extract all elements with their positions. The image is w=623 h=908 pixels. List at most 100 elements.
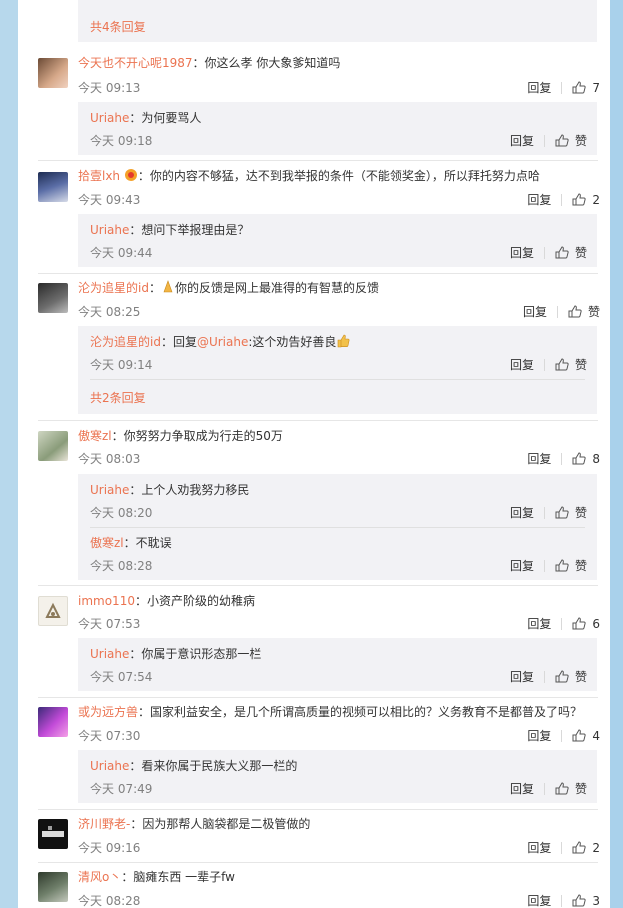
- user-name-link[interactable]: 沦为追星的id: [90, 335, 161, 349]
- comment-actions: 回复 赞: [523, 303, 600, 320]
- avatar[interactable]: [38, 872, 68, 902]
- pray-hands-emoji: [163, 280, 173, 293]
- like-button[interactable]: 赞: [575, 780, 587, 797]
- thumbs-up-icon: [572, 617, 587, 630]
- like-button[interactable]: 2: [572, 841, 600, 855]
- more-replies-link[interactable]: 共2条回复: [90, 389, 146, 406]
- comment-text: 济川野老-：因为那帮人脑袋都是二极管做的: [78, 817, 311, 831]
- thumbs-up-icon[interactable]: [555, 782, 569, 795]
- user-name-link[interactable]: Uriahe: [90, 223, 129, 237]
- reply-time: 今天 09:14: [90, 358, 153, 372]
- reply-block: Uriahe：看来你属于民族大义那一栏的 今天 07:49 回复 赞: [78, 750, 597, 803]
- reply-button[interactable]: 回复: [510, 668, 534, 685]
- avatar[interactable]: [38, 58, 68, 88]
- like-button[interactable]: 赞: [575, 244, 587, 261]
- thumbs-up-icon[interactable]: [555, 670, 569, 683]
- user-name-link[interactable]: 沦为追星的id: [78, 281, 149, 295]
- user-name-link[interactable]: 傲寒zl: [78, 429, 112, 443]
- comment-time: 今天 07:30: [78, 729, 141, 743]
- comment-text: 或为远方兽：国家利益安全，是几个所谓高质量的视频可以相比的？义务教育不是都普及了…: [78, 705, 583, 719]
- like-count: 4: [592, 728, 600, 743]
- avatar[interactable]: [38, 707, 68, 737]
- like-label: 赞: [587, 305, 600, 319]
- like-button[interactable]: 7: [572, 81, 600, 95]
- more-replies-link[interactable]: 共4条回复: [90, 18, 146, 35]
- user-name-link[interactable]: Uriahe: [90, 647, 129, 661]
- thumbs-up-icon[interactable]: [555, 246, 569, 259]
- reply-block: Uriahe：上个人劝我努力移民 今天 08:20 回复 赞 傲寒zl：不耽误 …: [78, 474, 597, 580]
- user-name-link[interactable]: 清风o丶: [78, 870, 121, 884]
- user-name-link[interactable]: Uriahe: [90, 483, 129, 497]
- avatar[interactable]: [38, 431, 68, 461]
- reply-actions: 回复 赞: [510, 557, 587, 574]
- like-button[interactable]: 8: [572, 452, 600, 466]
- avatar[interactable]: [38, 172, 68, 202]
- like-count: 8: [592, 451, 600, 466]
- like-button[interactable]: 2: [572, 193, 600, 207]
- thumbs-up-icon[interactable]: [555, 559, 569, 572]
- like-count: 7: [592, 80, 600, 95]
- comment-actions: 回复 2: [527, 839, 600, 856]
- avatar[interactable]: [38, 819, 68, 849]
- reply-button[interactable]: 回复: [527, 450, 551, 467]
- thumbs-up-icon[interactable]: [555, 134, 569, 147]
- avatar[interactable]: [38, 283, 68, 313]
- reply-button[interactable]: 回复: [510, 244, 534, 261]
- reply-actions: 回复 赞: [510, 244, 587, 261]
- like-count: 2: [592, 840, 600, 855]
- comment-time: 今天 09:43: [78, 193, 141, 207]
- reply-button[interactable]: 回复: [527, 839, 551, 856]
- user-name-link[interactable]: Uriahe: [90, 759, 129, 773]
- reply-time: 今天 09:44: [90, 246, 153, 260]
- reply-button[interactable]: 回复: [527, 615, 551, 632]
- avatar-logo-icon: [42, 826, 64, 837]
- reply-block: 沦为追星的id：回复@Uriahe:这个劝告好善良 今天 09:14 回复 赞 …: [78, 326, 597, 414]
- avatar-logo-icon: [45, 602, 61, 618]
- like-count: 2: [592, 192, 600, 207]
- mention-link[interactable]: @Uriahe: [197, 335, 248, 349]
- comment-text: 沦为追星的id： 你的反馈是网上最准得的有智慧的反馈: [78, 280, 379, 295]
- thumbs-up-icon: [572, 81, 587, 94]
- like-button[interactable]: 6: [572, 617, 600, 631]
- reply-button[interactable]: 回复: [510, 504, 534, 521]
- reply-button[interactable]: 回复: [527, 191, 551, 208]
- user-name-link[interactable]: 或为远方兽: [78, 705, 138, 719]
- like-button[interactable]: 赞: [568, 303, 600, 320]
- reply-time: 今天 07:54: [90, 670, 153, 684]
- comment-actions: 回复 7: [527, 79, 600, 96]
- like-button[interactable]: 赞: [575, 557, 587, 574]
- reply-actions: 回复 赞: [510, 132, 587, 149]
- reply-button[interactable]: 回复: [510, 780, 534, 797]
- reply-button[interactable]: 回复: [527, 79, 551, 96]
- comment-time: 今天 08:03: [78, 452, 141, 466]
- like-button[interactable]: 赞: [575, 668, 587, 685]
- reply-button[interactable]: 回复: [510, 557, 534, 574]
- reply-block: Uriahe：为何要骂人 今天 09:18 回复 赞: [78, 102, 597, 155]
- user-name-link[interactable]: immo110: [78, 594, 135, 608]
- user-name-link[interactable]: 济川野老-: [78, 817, 130, 831]
- like-count: 3: [592, 893, 600, 908]
- reply-button[interactable]: 回复: [523, 303, 547, 320]
- like-button[interactable]: 赞: [575, 132, 587, 149]
- avatar[interactable]: [38, 596, 68, 626]
- thumbs-up-icon[interactable]: [555, 506, 569, 519]
- thumbs-up-icon[interactable]: [555, 358, 569, 371]
- reply-actions: 回复 赞: [510, 780, 587, 797]
- user-name-link[interactable]: 今天也不开心呢1987: [78, 56, 193, 70]
- reply-actions: 回复 赞: [510, 668, 587, 685]
- thumbs-up-icon: [568, 305, 582, 318]
- like-button[interactable]: 赞: [575, 504, 587, 521]
- like-button[interactable]: 3: [572, 894, 600, 908]
- user-name-link[interactable]: Uriahe: [90, 111, 129, 125]
- comment-time: 今天 08:25: [78, 305, 141, 319]
- like-button[interactable]: 赞: [575, 356, 587, 373]
- page-edge: [610, 0, 623, 908]
- thumbs-up-icon: [572, 894, 587, 907]
- like-button[interactable]: 4: [572, 729, 600, 743]
- reply-button[interactable]: 回复: [510, 356, 534, 373]
- user-name-link[interactable]: 拾壹lxh: [78, 169, 120, 183]
- user-name-link[interactable]: 傲寒zl: [90, 536, 124, 550]
- reply-button[interactable]: 回复: [510, 132, 534, 149]
- reply-button[interactable]: 回复: [527, 892, 551, 908]
- reply-button[interactable]: 回复: [527, 727, 551, 744]
